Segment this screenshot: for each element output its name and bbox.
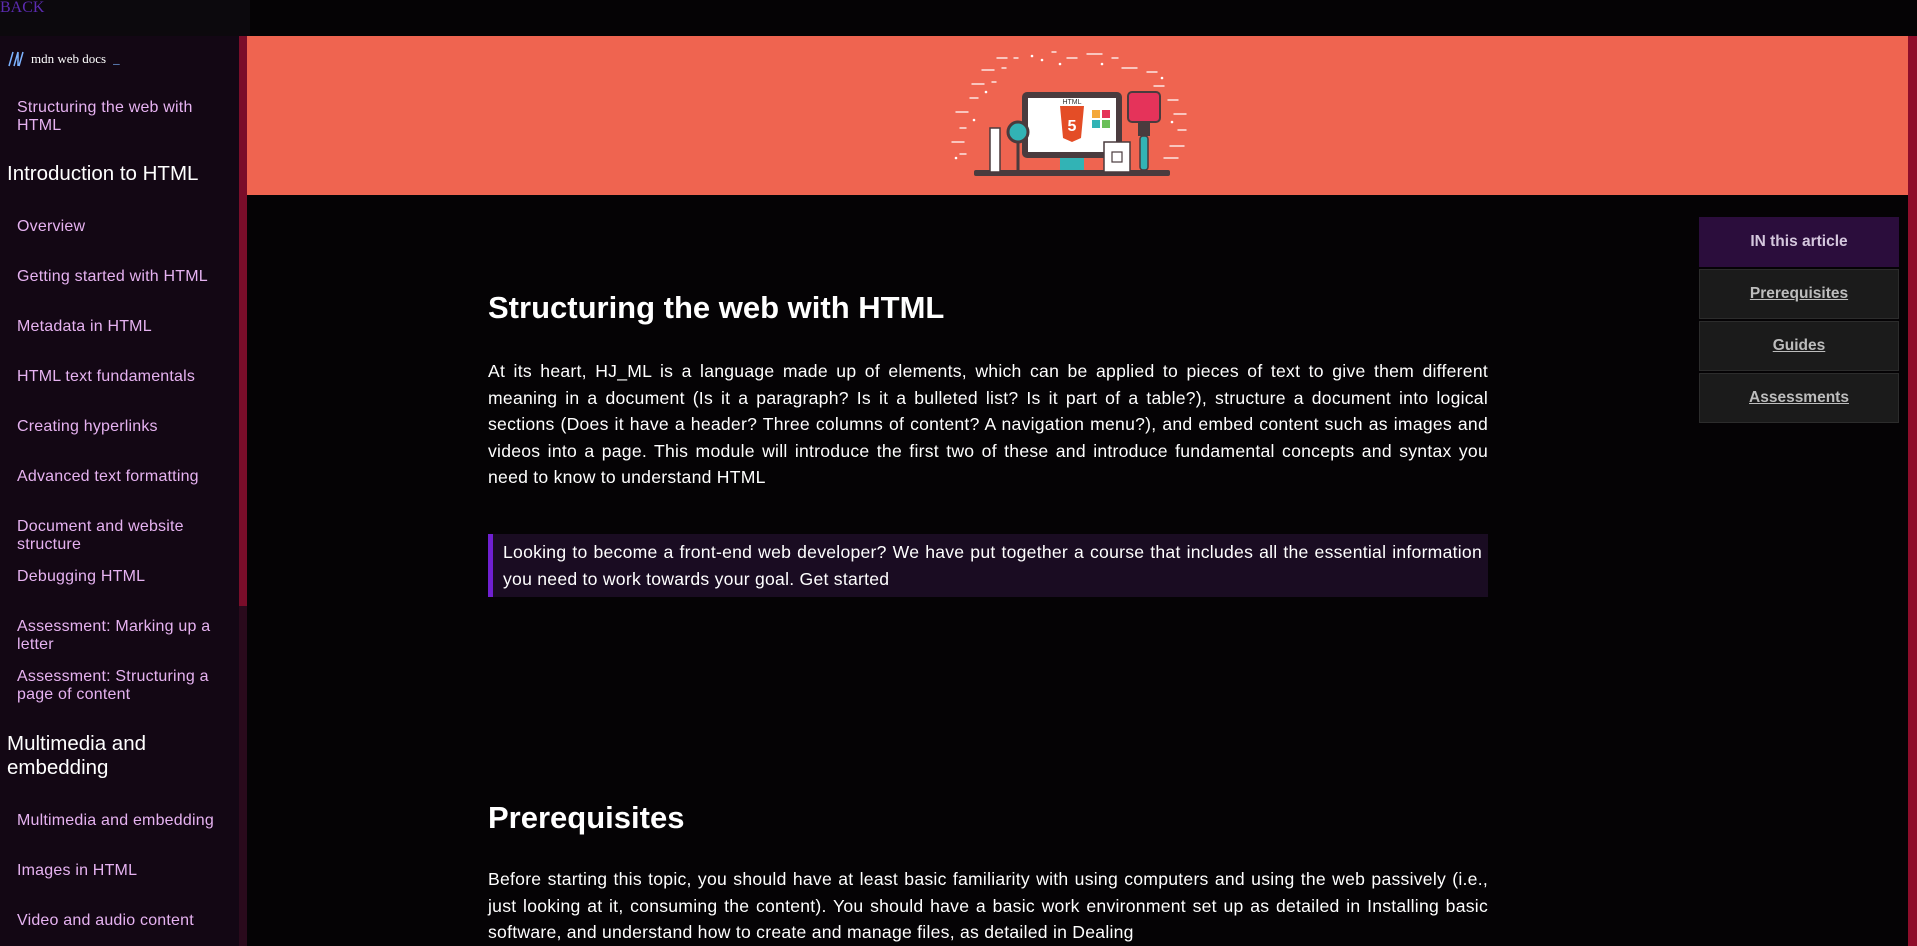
sidebar-item-text-fundamentals[interactable]: HTML text fundamentals [17,368,239,386]
sidebar-item-getting-started[interactable]: Getting started with HTML [17,268,239,286]
sidebar-heading-multimedia: Multimedia and embedding [7,732,147,779]
sidebar-item-overview[interactable]: Overview [17,218,239,236]
sidebar-item-video-audio[interactable]: Video and audio content [17,912,239,930]
sidebar-item-structuring-the-web[interactable]: Structuring the web with HTML [17,99,239,135]
top-bar: BACK [0,0,1917,36]
sidebar-heading-introduction-to-html: Introduction to HTML [7,162,199,185]
toc-item-prerequisites[interactable]: Prerequisites [1699,269,1899,319]
svg-text:5: 5 [1068,118,1077,135]
html5-badge-text: HTML [1062,99,1081,106]
course-callout: Looking to become a front-end web develo… [488,534,1488,597]
sidebar-item-document-structure[interactable]: Document and website structure [17,518,217,554]
prerequisites-heading: Prerequisites [488,800,685,835]
logo-cursor: _ [113,51,120,66]
toc-item-assessments[interactable]: Assessments [1699,373,1899,423]
sidebar-item-metadata[interactable]: Metadata in HTML [17,318,239,336]
intro-paragraph: At its heart, HJ_ML is a language made u… [488,361,1488,487]
hero-banner: HTML 5 [247,36,1908,195]
sidebar: mdn web docs _ Structuring the web with … [0,36,247,946]
toc-item-guides[interactable]: Guides [1699,321,1899,371]
prerequisites-paragraph: Before starting this topic, you should h… [488,869,1488,942]
toc-header: IN this article [1699,217,1899,267]
sidebar-item-advanced-text-formatting[interactable]: Advanced text formatting [17,468,239,486]
sidebar-item-assessment-page-content[interactable]: Assessment: Structuring a page of conten… [17,668,232,704]
page-right-edge [1908,36,1917,946]
sidebar-scrollbar-thumb[interactable] [239,36,247,606]
back-link[interactable]: BACK [0,0,44,16]
sidebar-item-multimedia-embedding[interactable]: Multimedia and embedding [17,812,239,830]
mdn-logo[interactable]: mdn web docs _ [8,50,120,68]
html5-workstation-illustration: HTML 5 [951,51,1187,176]
sidebar-item-debugging-html[interactable]: Debugging HTML [17,568,239,586]
mdn-logo-icon [8,51,24,67]
page-title: Structuring the web with HTML [488,290,945,325]
sidebar-item-assessment-letter[interactable]: Assessment: Marking up a letter [17,618,232,654]
sidebar-item-creating-hyperlinks[interactable]: Creating hyperlinks [17,418,239,436]
logo-text: mdn web docs [31,51,107,66]
sidebar-item-images-in-html[interactable]: Images in HTML [17,862,239,880]
